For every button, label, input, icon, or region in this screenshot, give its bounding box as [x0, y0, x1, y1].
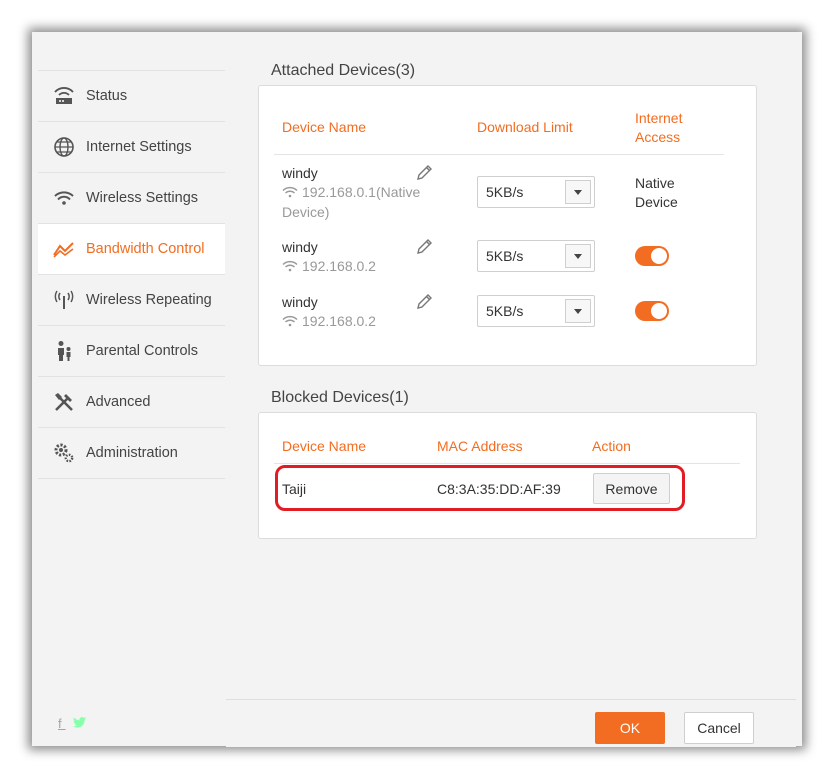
blocked-devices-panel: Device Name MAC Address Action Taiji C8:… [258, 412, 757, 539]
sidebar: Status Internet Settings Wireless Settin… [38, 70, 225, 746]
internet-access-toggle[interactable] [635, 246, 669, 266]
download-limit-select[interactable]: 5KB/s [477, 176, 595, 208]
internet-access-native: Native Device [635, 175, 678, 210]
header-device-name: Device Name [282, 438, 367, 454]
sidebar-item-label: Wireless Settings [86, 190, 199, 206]
header-action: Action [592, 438, 631, 454]
blocked-devices-title: Blocked Devices(1) [271, 389, 409, 406]
sidebar-item-label: Advanced [86, 394, 151, 410]
internet-access-toggle[interactable] [635, 301, 669, 321]
chevron-down-icon[interactable] [565, 299, 591, 323]
device-name: windy [282, 165, 318, 181]
sidebar-item-label: Administration [86, 445, 178, 461]
sidebar-item-label: Status [86, 88, 128, 104]
header-mac-address: MAC Address [437, 438, 523, 454]
header-device-name: Device Name [282, 119, 367, 135]
twitter-icon[interactable] [73, 716, 87, 731]
sidebar-item-parental-controls[interactable]: Parental Controls [38, 325, 225, 376]
sidebar-item-bandwidth-control[interactable]: Bandwidth Control [38, 223, 225, 274]
device-ip: 192.168.0.1(Native Device) [282, 184, 421, 220]
bandwidth-chart-icon [52, 237, 76, 261]
gears-icon [52, 441, 76, 465]
wifi-icon [282, 184, 298, 203]
antenna-icon [52, 288, 76, 312]
sidebar-item-wireless-settings[interactable]: Wireless Settings [38, 172, 225, 223]
globe-icon [52, 135, 76, 159]
main-content: Attached Devices(3) Device Name Download… [226, 38, 796, 703]
sidebar-item-label: Wireless Repeating [86, 292, 212, 308]
facebook-icon[interactable]: f [58, 716, 66, 731]
chevron-down-icon[interactable] [565, 244, 591, 268]
router-icon [52, 84, 76, 108]
header-download-limit: Download Limit [477, 119, 573, 135]
ok-button[interactable]: OK [595, 712, 665, 744]
attached-devices-title: Attached Devices(3) [271, 62, 416, 79]
footer-bar: OK Cancel [226, 699, 796, 747]
cancel-button[interactable]: Cancel [684, 712, 754, 744]
sidebar-item-label: Internet Settings [86, 139, 192, 155]
sidebar-item-advanced[interactable]: Advanced [38, 376, 225, 427]
sidebar-item-administration[interactable]: Administration [38, 427, 225, 479]
sidebar-item-wireless-repeating[interactable]: Wireless Repeating [38, 274, 225, 325]
toggle-knob [651, 248, 667, 264]
header-internet-access: Internet Access [635, 110, 683, 145]
device-name: windy [282, 294, 318, 310]
toggle-knob [651, 303, 667, 319]
router-settings-window: Status Internet Settings Wireless Settin… [32, 32, 802, 747]
wifi-icon [52, 186, 76, 210]
download-limit-select[interactable]: 5KB/s [477, 240, 595, 272]
divider [274, 154, 724, 155]
social-links: f [58, 716, 87, 731]
chevron-down-icon[interactable] [565, 180, 591, 204]
divider [274, 463, 740, 464]
device-ip: 192.168.0.2 [282, 312, 432, 332]
sidebar-item-internet-settings[interactable]: Internet Settings [38, 121, 225, 172]
device-ip: 192.168.0.2 [282, 257, 432, 277]
tools-icon [52, 390, 76, 414]
attached-devices-panel: Device Name Download Limit Internet Acce… [258, 85, 757, 366]
download-limit-select[interactable]: 5KB/s [477, 295, 595, 327]
device-name: windy [282, 239, 318, 255]
family-icon [52, 339, 76, 363]
sidebar-item-status[interactable]: Status [38, 70, 225, 121]
sidebar-item-label: Bandwidth Control [86, 241, 205, 257]
wifi-icon [282, 258, 298, 277]
sidebar-item-label: Parental Controls [86, 343, 199, 359]
highlight-annotation [275, 465, 685, 511]
wifi-icon [282, 313, 298, 332]
